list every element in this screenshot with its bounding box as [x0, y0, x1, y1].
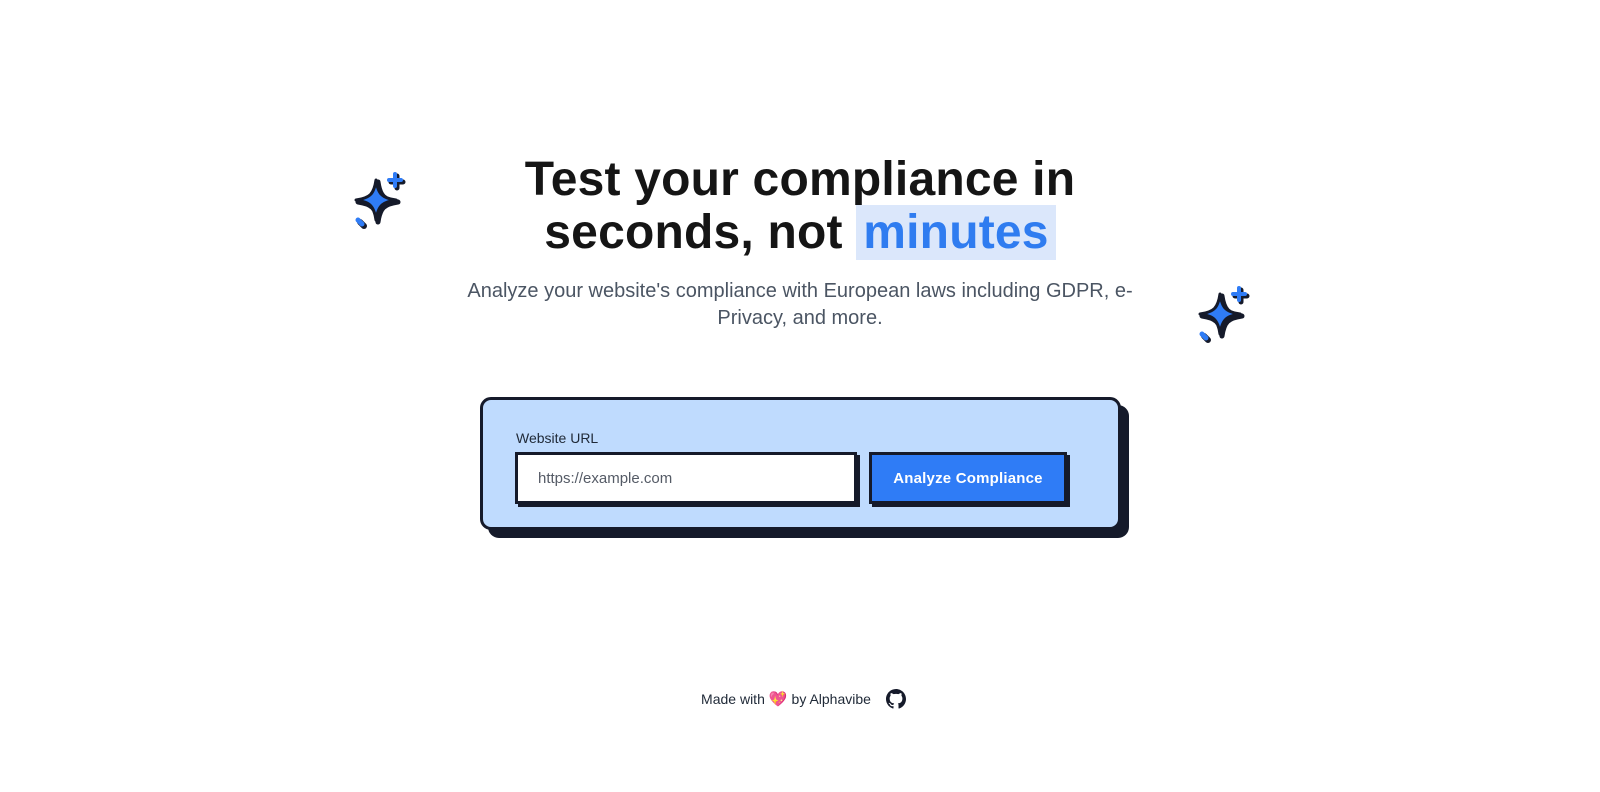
title-line-1: Test your compliance in: [524, 153, 1076, 206]
page-subtitle: Analyze your website's compliance with E…: [467, 280, 1133, 329]
footer-credit: Made with 💖 by Alphavibe: [701, 690, 871, 708]
title-highlight: minutes: [856, 205, 1056, 260]
footer: Made with 💖 by Alphavibe: [0, 688, 1600, 710]
made-with-text: Made with: [701, 691, 765, 707]
website-url-input[interactable]: [515, 452, 857, 504]
github-link[interactable]: [885, 688, 907, 710]
sparkle-icon: [1198, 286, 1250, 343]
heart-icon: 💖: [768, 691, 788, 708]
github-icon: [885, 689, 906, 709]
website-url-label: Website URL: [516, 430, 599, 446]
landing-page: Test your compliance in seconds, not min…: [0, 0, 1600, 792]
page-title: Test your compliance in seconds, not min…: [400, 154, 1200, 260]
title-line-2-prefix: seconds, not: [544, 206, 857, 259]
analyze-compliance-button[interactable]: Analyze Compliance: [869, 452, 1067, 504]
url-form: Website URL Analyze Compliance: [480, 397, 1121, 530]
by-text: by Alphavibe: [791, 691, 871, 707]
